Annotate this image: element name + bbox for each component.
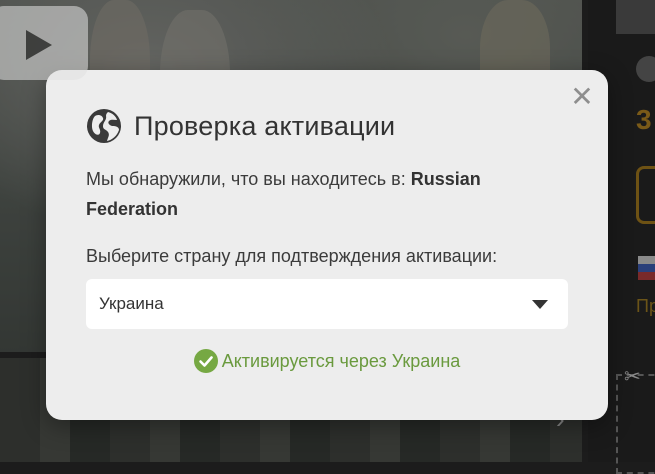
chevron-down-icon [532,299,548,309]
activation-status-text: Активируется через Украина [221,350,461,371]
country-select[interactable]: Украина [86,279,568,329]
close-icon[interactable]: ✕ [570,83,594,111]
check-circle-icon [193,349,218,373]
background-price-fragment: 3 [636,104,652,135]
flag-icon [638,256,655,280]
background-side-box [616,374,655,474]
country-select-label: Выберите страну для подтверждения актива… [86,246,498,266]
background-buy-button[interactable] [636,166,655,224]
background-side-block [616,0,655,34]
country-select-value: Украина [99,294,164,313]
steam-icon [636,56,655,82]
detected-location-prefix: Мы обнаружили, что вы находитесь в: [86,169,411,189]
globe-icon [87,109,121,143]
activation-status: Активируется через Украина [86,349,568,373]
play-button[interactable] [0,6,88,80]
modal-title: Проверка активации [134,110,396,141]
background-link-fragment[interactable]: Пр [636,296,655,317]
detected-location-text: Мы обнаружили, что вы находитесь в: Russ… [86,164,546,224]
tools-icon: ✂ [624,366,641,388]
modal-header: Проверка активации [86,108,568,144]
activation-check-modal: ✕ Проверка активации Мы обнаружили, что … [46,70,608,420]
